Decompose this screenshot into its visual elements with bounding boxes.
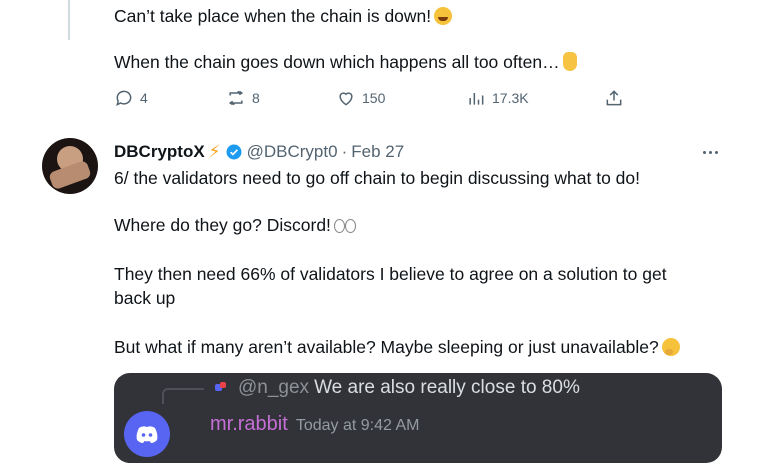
thread-line [68, 0, 70, 40]
avatar-arms [48, 159, 92, 191]
share-button[interactable] [604, 88, 624, 108]
views-button[interactable]: 17.3K [466, 88, 529, 108]
retweet-count: 8 [252, 90, 260, 106]
tweet-text: Where do they go? Discord! [114, 215, 331, 235]
discord-username: mr.rabbit [210, 413, 288, 435]
prev-tweet-line-1: Can’t take place when the chain is down! [114, 4, 453, 28]
reply-avatar-icon [215, 382, 226, 391]
reply-count: 4 [140, 90, 148, 106]
discord-message-header: mr.rabbit Today at 9:42 AM [210, 413, 419, 436]
reply-icon [116, 90, 132, 107]
tweet-text-line: Where do they go? Discord! [114, 213, 356, 237]
avatar[interactable] [42, 138, 98, 194]
retweet-icon [228, 90, 244, 106]
pointing-down-icon [562, 52, 577, 71]
views-count: 17.3K [492, 90, 529, 106]
reply-button[interactable]: 4 [114, 88, 148, 108]
tweet-text-line: But what if many aren’t available? Maybe… [114, 335, 680, 359]
like-button[interactable]: 150 [336, 88, 385, 108]
discord-timestamp: Today at 9:42 AM [295, 417, 420, 434]
tweet-text-line: back up [114, 288, 176, 308]
more-options-icon[interactable] [700, 142, 720, 162]
reply-username: @n_gex [238, 377, 310, 398]
laughing-emoji-icon [434, 7, 453, 25]
like-count: 150 [362, 90, 386, 106]
separator: · [341, 142, 348, 161]
views-chart-icon [469, 93, 484, 105]
reply-text: We are also really close to 80% [314, 377, 580, 398]
verified-badge-icon [226, 144, 242, 160]
thinking-emoji-icon [661, 338, 680, 356]
tweet-text-line: They then need 66% of validators I belie… [114, 264, 667, 284]
tweet-text-line: 6/ the validators need to go off chain t… [114, 168, 640, 188]
prev-tweet-text: When the chain goes down which happens a… [114, 52, 560, 72]
lightning-bolt-icon: ⚡ [208, 142, 221, 161]
tweet-text: But what if many aren’t available? Maybe… [114, 337, 659, 357]
eyes-emoji-icon [333, 219, 356, 233]
prev-tweet-text: Can’t take place when the chain is down! [114, 6, 432, 26]
prev-tweet-line-2: When the chain goes down which happens a… [114, 50, 577, 74]
heart-icon [339, 92, 353, 106]
discord-reply-preview: @n_gex We are also really close to 80% [238, 377, 580, 399]
tweet-date[interactable]: Feb 27 [351, 142, 404, 162]
share-icon [606, 90, 622, 106]
user-handle[interactable]: @DBCrypt0 [247, 142, 338, 162]
display-name[interactable]: DBCryptoX [114, 142, 205, 162]
retweet-button[interactable]: 8 [226, 88, 260, 108]
reply-connector [162, 388, 204, 404]
discord-screenshot[interactable]: @n_gex We are also really close to 80% mr… [114, 373, 722, 463]
tweet-action-bar: 4 8 150 17.3K [114, 88, 634, 112]
tweet-header: DBCryptoX ⚡ @DBCrypt0 · Feb 27 [114, 141, 404, 163]
discord-avatar [124, 411, 170, 457]
discord-logo-icon [136, 426, 158, 443]
